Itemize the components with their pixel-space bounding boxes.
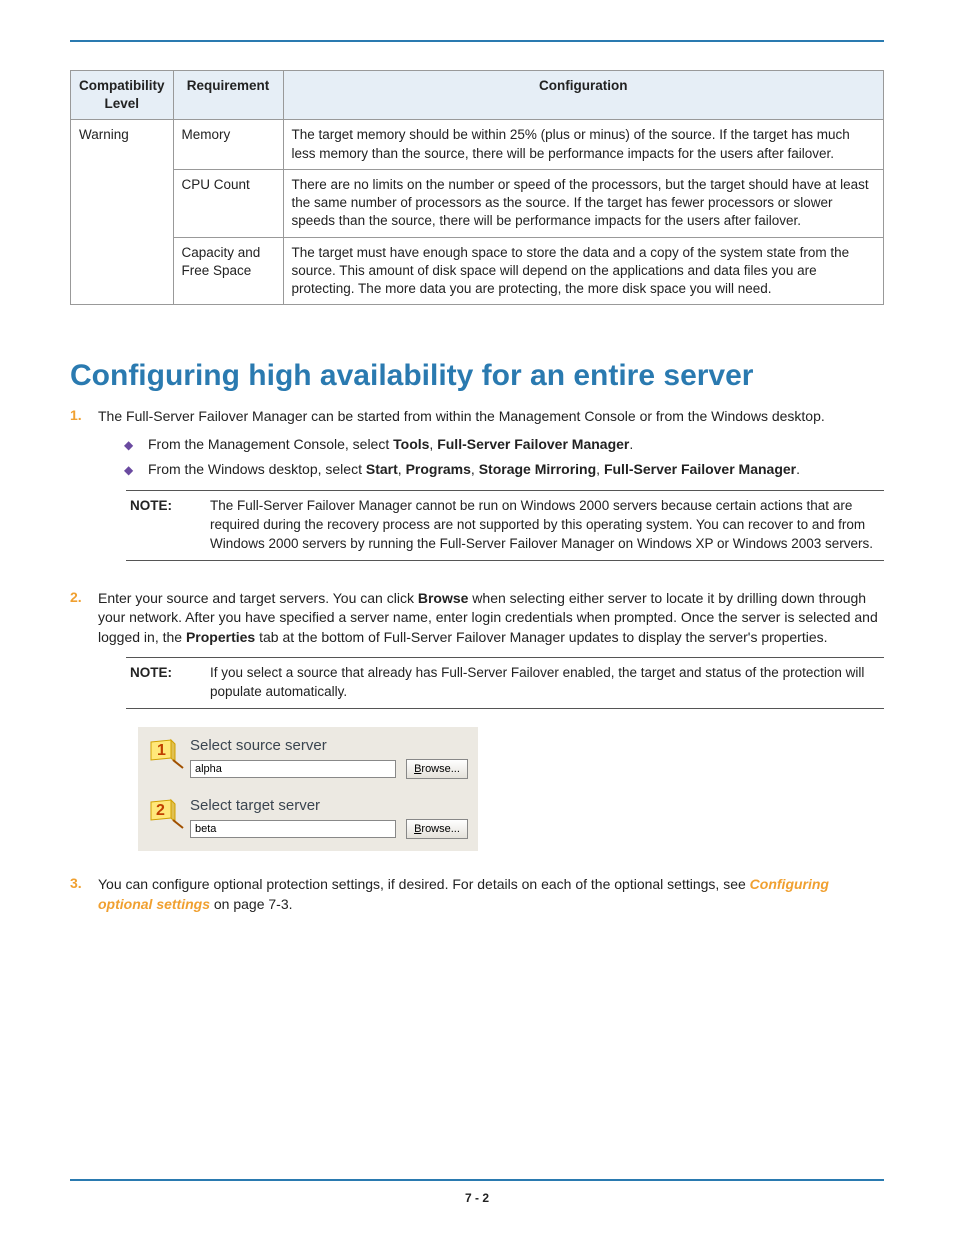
bottom-rule [70, 1179, 884, 1181]
step-text: The Full-Server Failover Manager can be … [98, 408, 825, 424]
note-label: NOTE: [130, 497, 210, 516]
th-level: Compatibility Level [71, 71, 174, 120]
target-server-input[interactable] [190, 820, 396, 838]
browse-target-button[interactable]: Browse... [406, 819, 468, 839]
note-content: The Full-Server Failover Manager cannot … [210, 497, 880, 554]
bullet-text: From the Windows desktop, select Start, … [148, 460, 800, 480]
svg-text:1: 1 [157, 742, 166, 759]
note-label: NOTE: [130, 664, 210, 683]
th-req: Requirement [173, 71, 283, 120]
td-cfg: There are no limits on the number or spe… [283, 169, 883, 237]
compat-table: Compatibility Level Requirement Configur… [70, 70, 884, 305]
td-req: Capacity and Free Space [173, 237, 283, 305]
page-number: 7 - 2 [0, 1191, 954, 1205]
step-number: 1. [70, 407, 98, 423]
note-box: NOTE: If you select a source that alread… [126, 657, 884, 709]
step-body: Enter your source and target servers. Yo… [98, 589, 884, 866]
step-text: Enter your source and target servers. Yo… [98, 590, 878, 645]
section-heading: Configuring high availability for an ent… [70, 359, 884, 393]
table-row: Warning Memory The target memory should … [71, 120, 884, 169]
diamond-icon: ◆ [124, 435, 148, 454]
source-server-label: Select source server [190, 735, 468, 756]
table-row: Capacity and Free Space The target must … [71, 237, 884, 305]
top-rule [70, 40, 884, 42]
bullet-text: From the Management Console, select Tool… [148, 435, 633, 455]
step2-icon: 2 [146, 795, 190, 835]
step-body: The Full-Server Failover Manager can be … [98, 407, 884, 578]
svg-text:2: 2 [156, 802, 165, 819]
td-cfg: The target must have enough space to sto… [283, 237, 883, 305]
step-number: 3. [70, 875, 98, 891]
td-level: Warning [71, 120, 174, 305]
td-cfg: The target memory should be within 25% (… [283, 120, 883, 169]
browse-source-button[interactable]: Browse... [406, 759, 468, 779]
target-server-label: Select target server [190, 795, 468, 816]
table-row: CPU Count There are no limits on the num… [71, 169, 884, 237]
step1-icon: 1 [146, 735, 190, 775]
diamond-icon: ◆ [124, 460, 148, 479]
step-number: 2. [70, 589, 98, 605]
td-req: CPU Count [173, 169, 283, 237]
step-body: You can configure optional protection se… [98, 875, 884, 914]
server-selector-panel: 1 Select source server Browse... [138, 727, 478, 851]
th-cfg: Configuration [283, 71, 883, 120]
td-req: Memory [173, 120, 283, 169]
note-content: If you select a source that already has … [210, 664, 880, 702]
note-box: NOTE: The Full-Server Failover Manager c… [126, 490, 884, 561]
source-server-input[interactable] [190, 760, 396, 778]
